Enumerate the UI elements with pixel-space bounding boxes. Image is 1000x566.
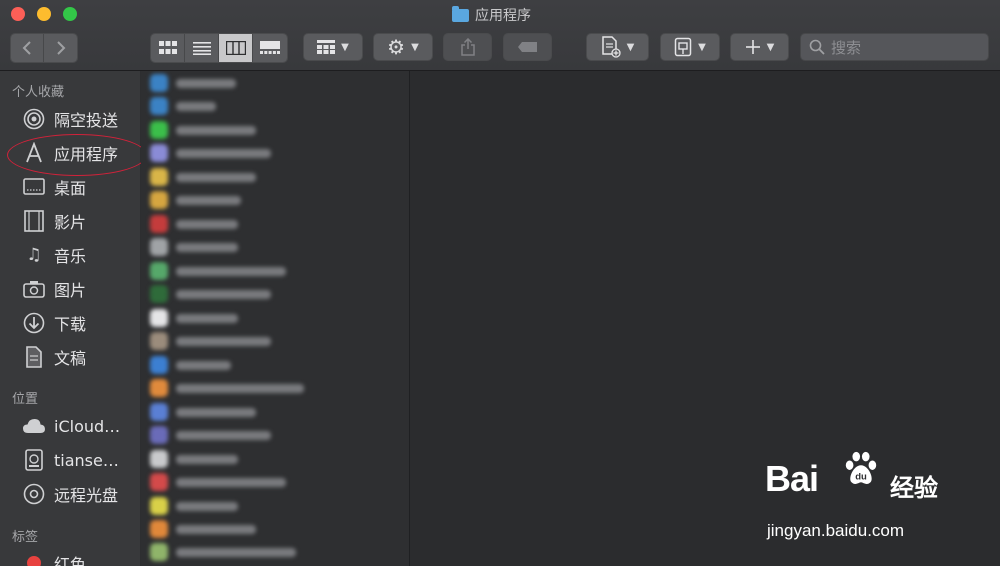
list-item[interactable] [150, 72, 236, 94]
sidebar-item-airdrop[interactable]: 隔空投送 [22, 105, 118, 133]
list-item[interactable] [150, 401, 256, 423]
camera-icon [22, 277, 46, 301]
share-button[interactable] [443, 33, 492, 61]
gallery-icon [260, 41, 280, 54]
zoom-button[interactable] [63, 7, 77, 21]
finder-window: 应用程序 ▼ ⚙ ▼ ▼ ▼ ▼ 搜索 个人收藏 隔空投送 应用程序 桌面 影片… [0, 0, 1000, 566]
archive-button[interactable]: ▼ [660, 33, 720, 61]
list-item[interactable] [150, 541, 296, 563]
search-field[interactable]: 搜索 [800, 33, 989, 61]
folder-icon [452, 5, 469, 22]
close-button[interactable] [11, 7, 25, 21]
sidebar-item-downloads[interactable]: 下载 [22, 309, 86, 337]
share-icon [460, 38, 475, 56]
list-item[interactable] [150, 260, 286, 282]
add-button[interactable]: ▼ [730, 33, 789, 61]
back-forward-control [10, 33, 78, 63]
icon-view-button[interactable] [151, 34, 185, 62]
sidebar-item-desktop[interactable]: 桌面 [22, 173, 86, 201]
sidebar-item-icloud[interactable]: iCloud… [22, 412, 120, 440]
archive-icon [674, 37, 692, 57]
airdrop-icon [22, 107, 46, 131]
list-item[interactable] [150, 518, 256, 540]
search-icon [809, 39, 825, 55]
sidebar-item-tag-red[interactable]: 红色 [22, 549, 86, 566]
list-item[interactable] [150, 166, 256, 188]
chevron-down-icon: ▼ [341, 41, 349, 53]
list-view-button[interactable] [185, 34, 219, 62]
list-item[interactable] [150, 119, 256, 141]
remote-disc-icon [22, 482, 46, 506]
annotation-circle [7, 134, 147, 176]
sidebar-item-music[interactable]: ♫ 音乐 [22, 241, 86, 269]
list-icon [192, 42, 211, 55]
chevron-right-icon [56, 41, 65, 55]
tag-icon [517, 42, 537, 52]
documents-icon [22, 345, 46, 369]
list-item[interactable] [150, 471, 286, 493]
new-document-icon [601, 36, 621, 58]
chevron-down-icon: ▼ [766, 41, 775, 53]
list-item[interactable] [150, 307, 238, 329]
list-item[interactable] [150, 213, 238, 235]
list-item[interactable] [150, 95, 216, 117]
plus-icon [745, 40, 760, 54]
chevron-down-icon: ▼ [411, 41, 419, 53]
list-item[interactable] [150, 424, 271, 446]
downloads-icon [22, 311, 46, 335]
columns-icon [225, 41, 246, 55]
tags-section-title: 标签 [12, 530, 39, 545]
sidebar-item-pictures[interactable]: 图片 [22, 275, 86, 303]
action-button[interactable]: ⚙ ▼ [373, 33, 433, 61]
group-grid-icon [317, 40, 336, 54]
gear-icon: ⚙ [387, 35, 406, 59]
gallery-view-button[interactable] [253, 34, 287, 62]
list-item[interactable] [150, 495, 238, 517]
baidu-jingyan-watermark: Bai du 经验 jingyan.baidu.com [765, 451, 985, 548]
movies-icon [22, 209, 46, 233]
sidebar-item-disk[interactable]: tianse… [22, 446, 119, 474]
list-item[interactable] [150, 330, 271, 352]
new-document-button[interactable]: ▼ [586, 33, 649, 61]
window-title: 应用程序 [452, 5, 531, 25]
group-button[interactable]: ▼ [303, 33, 363, 61]
favorites-section-title: 个人收藏 [12, 85, 65, 100]
list-item[interactable] [150, 448, 238, 470]
icloud-icon [22, 414, 46, 438]
column-view-button[interactable] [219, 34, 253, 62]
list-item[interactable] [150, 283, 271, 305]
forward-button[interactable] [44, 34, 77, 62]
back-button[interactable] [11, 34, 44, 62]
locations-section-title: 位置 [12, 392, 39, 407]
music-icon: ♫ [26, 245, 42, 265]
sidebar-item-remote-disc[interactable]: 远程光盘 [22, 480, 118, 508]
toolbar: 应用程序 ▼ ⚙ ▼ ▼ ▼ ▼ 搜索 [0, 0, 1000, 71]
list-item[interactable] [150, 142, 271, 164]
grid-icon [158, 41, 177, 54]
list-item[interactable] [150, 377, 304, 399]
list-item[interactable] [150, 354, 231, 376]
list-item[interactable] [150, 189, 241, 211]
search-placeholder: 搜索 [831, 38, 862, 57]
baidu-paw-logo: du [845, 451, 877, 484]
minimize-button[interactable] [37, 7, 51, 21]
desktop-icon [22, 175, 46, 199]
chevron-down-icon: ▼ [626, 41, 635, 53]
tags-button[interactable] [503, 33, 552, 61]
disk-icon [22, 448, 46, 472]
chevron-down-icon: ▼ [698, 41, 706, 53]
list-item[interactable] [150, 236, 238, 258]
tag-color-dot [22, 551, 46, 566]
applications-column [141, 71, 410, 566]
chevron-left-icon [22, 41, 31, 55]
svg-text:du: du [855, 471, 867, 482]
view-mode-control [150, 33, 288, 63]
sidebar-item-movies[interactable]: 影片 [22, 207, 86, 235]
sidebar-item-documents[interactable]: 文稿 [22, 343, 86, 371]
